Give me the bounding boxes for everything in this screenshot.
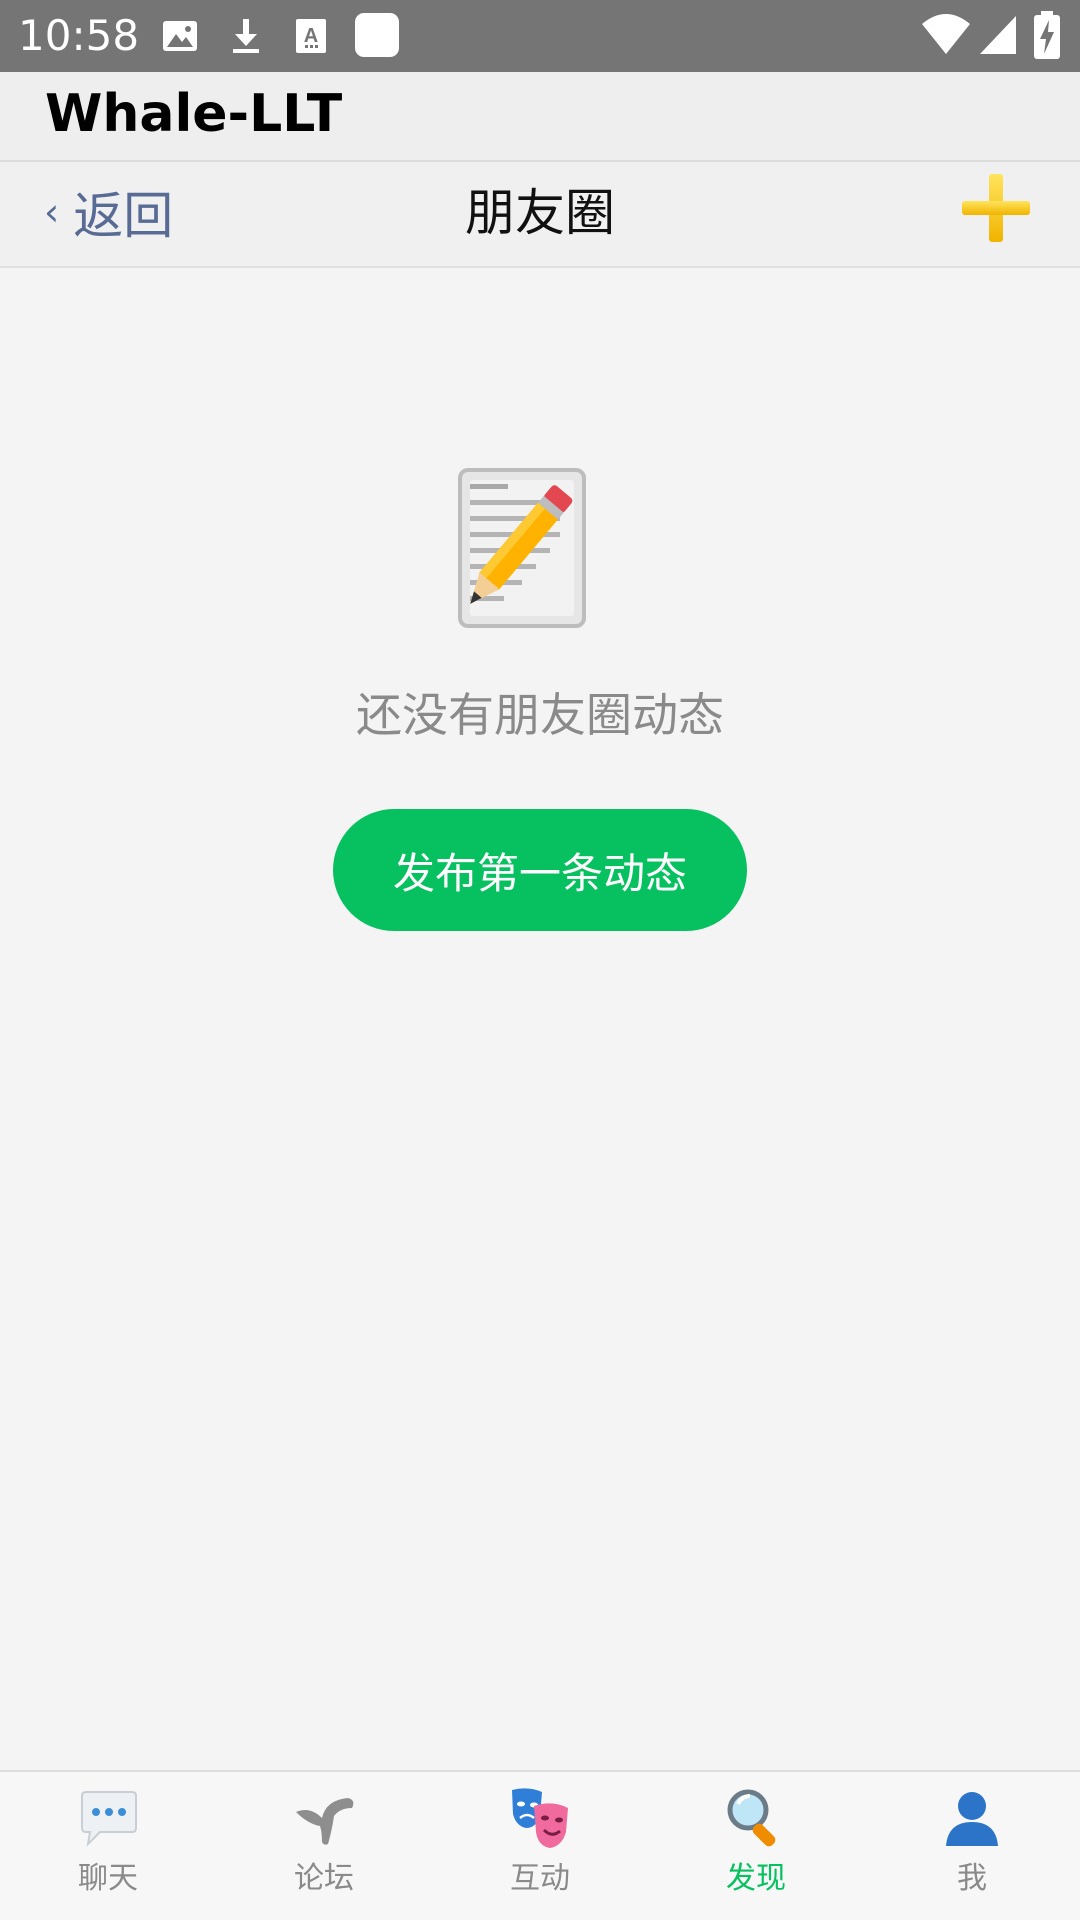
screen: 10:58 A Whale-LLT ‹ 返回 朋友圈 还没有朋友圈动态 发布第一… [0,0,1080,1920]
app-bar: Whale-LLT [0,72,1080,160]
tab-forum[interactable]: 论坛 [216,1772,432,1920]
empty-message: 还没有朋友圈动态 [356,688,724,742]
tab-me[interactable]: 我 [864,1772,1080,1920]
plus-icon[interactable] [958,170,1034,246]
magnifier-icon [727,1789,776,1847]
app-square-icon [355,13,399,57]
nav-header: ‹ 返回 朋友圈 [0,160,1080,268]
status-time: 10:58 [18,11,140,60]
wifi-icon [922,14,970,54]
theater-masks-icon [512,1788,568,1848]
tab-discover[interactable]: 发现 [648,1772,864,1920]
bottom-tab-bar: 聊天 论坛 互动 发现 我 [0,1770,1080,1920]
battery-charging-icon [1034,11,1060,59]
app-title: Whale-LLT [45,84,343,144]
bird-icon [296,1798,354,1845]
tab-label: 聊天 [78,1861,138,1896]
memo-pencil-icon [458,468,586,628]
page-title: 朋友圈 [465,184,615,242]
tab-label: 发现 [726,1861,786,1896]
tab-interact[interactable]: 互动 [432,1772,648,1920]
svg-text:A: A [304,25,318,47]
download-icon [233,19,259,53]
tab-label: 论坛 [294,1861,354,1896]
status-bar: 10:58 A [0,0,1080,72]
tab-label: 互动 [510,1861,570,1896]
font-icon: A [296,19,326,53]
tab-label: 我 [957,1861,987,1896]
publish-first-post-button[interactable]: 发布第一条动态 [333,809,747,931]
tab-chat[interactable]: 聊天 [0,1772,216,1920]
signal-icon [980,16,1016,54]
person-icon [946,1792,998,1846]
chat-bubble-icon [81,1791,137,1847]
image-icon [163,21,197,51]
